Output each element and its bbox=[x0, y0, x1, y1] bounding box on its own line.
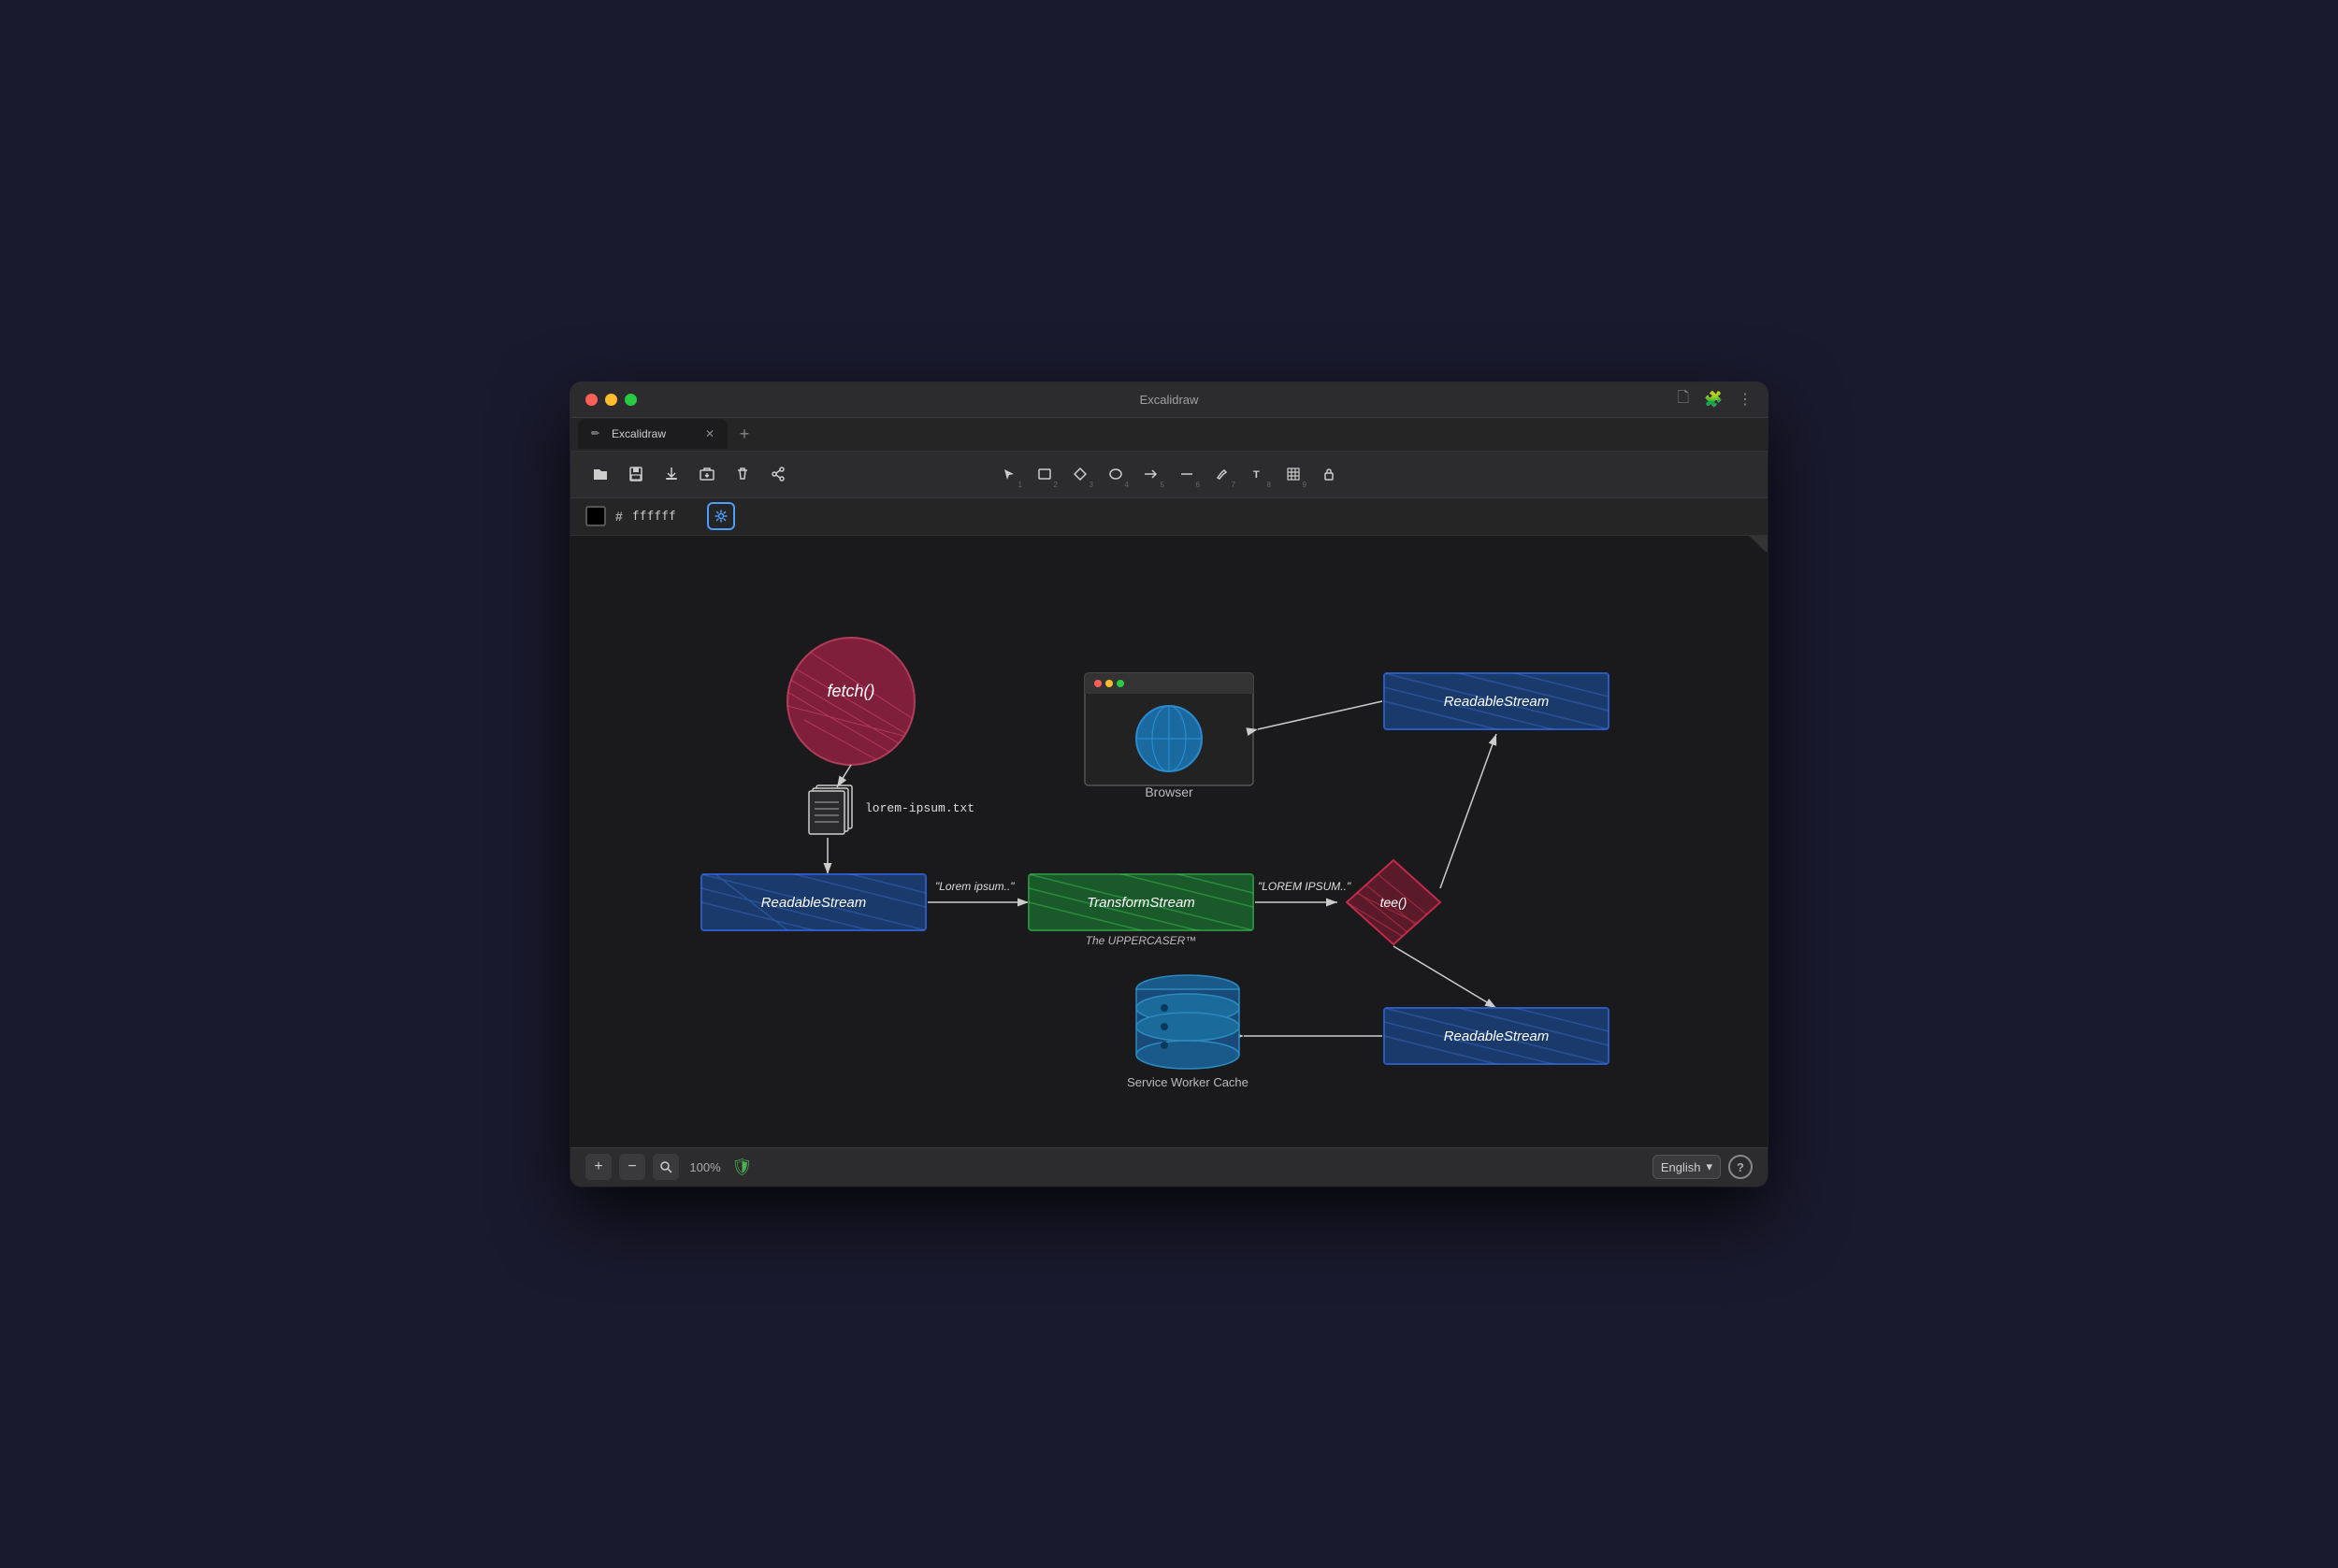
svg-text:fetch(): fetch() bbox=[827, 682, 874, 700]
zoom-in-button[interactable]: + bbox=[585, 1154, 612, 1180]
open-button[interactable] bbox=[585, 459, 615, 489]
close-button[interactable] bbox=[585, 394, 598, 406]
svg-text:tee(): tee() bbox=[1380, 895, 1407, 910]
traffic-lights bbox=[585, 394, 637, 406]
tab-close-icon[interactable]: ✕ bbox=[705, 427, 714, 440]
bottom-bar: + − 100% 🛡 English ▾ ? bbox=[570, 1147, 1768, 1187]
svg-text:T: T bbox=[1253, 469, 1260, 481]
zoom-level: 100% bbox=[686, 1160, 724, 1174]
title-bar: Excalidraw 🗋 🧩 ⋮ bbox=[570, 382, 1768, 418]
language-label: English bbox=[1661, 1160, 1701, 1174]
svg-text:ReadableStream: ReadableStream bbox=[1444, 694, 1550, 710]
rectangle-tool[interactable]: 2 bbox=[1028, 457, 1061, 491]
title-icons: 🗋 🧩 ⋮ bbox=[1677, 387, 1753, 412]
document-icon[interactable]: 🗋 bbox=[1677, 387, 1689, 412]
svg-text:lorem-ipsum.txt: lorem-ipsum.txt bbox=[865, 801, 974, 815]
color-bar: # bbox=[570, 498, 1768, 536]
svg-text:TransformStream: TransformStream bbox=[1087, 895, 1195, 911]
canvas-settings-button[interactable] bbox=[707, 502, 735, 530]
svg-text:"LOREM IPSUM..": "LOREM IPSUM.." bbox=[1258, 880, 1351, 893]
zoom-fit-button[interactable] bbox=[653, 1154, 679, 1180]
main-toolbar: 1 2 3 4 5 6 7 bbox=[570, 452, 1768, 498]
zoom-out-button[interactable]: − bbox=[619, 1154, 645, 1180]
svg-text:ReadableStream: ReadableStream bbox=[1444, 1029, 1550, 1044]
canvas-area[interactable]: fetch() lorem-ipsum.txt bbox=[570, 536, 1768, 1147]
table-tool[interactable]: 9 bbox=[1277, 457, 1310, 491]
save-button[interactable] bbox=[621, 459, 651, 489]
zoom-controls: + − 100% 🛡 bbox=[585, 1154, 750, 1180]
more-options-icon[interactable]: ⋮ bbox=[1738, 390, 1753, 409]
tab-favicon-icon: ✏ bbox=[591, 427, 604, 440]
draw-tool[interactable]: 7 bbox=[1205, 457, 1239, 491]
tab-bar: ✏ Excalidraw ✕ + bbox=[570, 418, 1768, 452]
mac-window: Excalidraw 🗋 🧩 ⋮ ✏ Excalidraw ✕ + bbox=[570, 382, 1768, 1187]
language-selector[interactable]: English ▾ bbox=[1652, 1155, 1721, 1179]
fullscreen-button[interactable] bbox=[625, 394, 637, 406]
window-title: Excalidraw bbox=[1140, 393, 1199, 407]
lock-tool[interactable] bbox=[1312, 457, 1346, 491]
puzzle-icon[interactable]: 🧩 bbox=[1704, 390, 1723, 409]
bottom-right-controls: English ▾ ? bbox=[1652, 1155, 1753, 1179]
active-tab[interactable]: ✏ Excalidraw ✕ bbox=[578, 419, 728, 449]
shield-icon: 🛡 bbox=[731, 1158, 750, 1176]
arrow-tool[interactable]: 5 bbox=[1134, 457, 1168, 491]
delete-button[interactable] bbox=[728, 459, 758, 489]
minimize-button[interactable] bbox=[605, 394, 617, 406]
svg-text:ReadableStream: ReadableStream bbox=[761, 895, 867, 911]
chevron-down-icon: ▾ bbox=[1706, 1159, 1712, 1174]
drawing-tools: 1 2 3 4 5 6 7 bbox=[992, 457, 1346, 491]
select-tool[interactable]: 1 bbox=[992, 457, 1026, 491]
svg-text:Service Worker Cache: Service Worker Cache bbox=[1127, 1075, 1248, 1089]
diagram-svg[interactable]: fetch() lorem-ipsum.txt bbox=[570, 536, 1768, 1147]
export-button[interactable] bbox=[692, 459, 722, 489]
color-input[interactable] bbox=[632, 510, 698, 524]
ellipse-tool[interactable]: 4 bbox=[1099, 457, 1133, 491]
hash-symbol: # bbox=[615, 509, 623, 524]
diamond-tool[interactable]: 3 bbox=[1063, 457, 1097, 491]
collab-save-button[interactable] bbox=[657, 459, 686, 489]
help-button[interactable]: ? bbox=[1728, 1155, 1753, 1179]
line-tool[interactable]: 6 bbox=[1170, 457, 1204, 491]
text-tool[interactable]: T 8 bbox=[1241, 457, 1275, 491]
svg-text:"Lorem ipsum..": "Lorem ipsum.." bbox=[935, 880, 1015, 893]
new-tab-button[interactable]: + bbox=[731, 421, 758, 447]
color-swatch[interactable] bbox=[585, 506, 606, 526]
share-button[interactable] bbox=[763, 459, 793, 489]
svg-text:The UPPERCASER™: The UPPERCASER™ bbox=[1086, 934, 1197, 947]
svg-text:Browser: Browser bbox=[1145, 784, 1193, 799]
tab-label: Excalidraw bbox=[612, 427, 666, 440]
